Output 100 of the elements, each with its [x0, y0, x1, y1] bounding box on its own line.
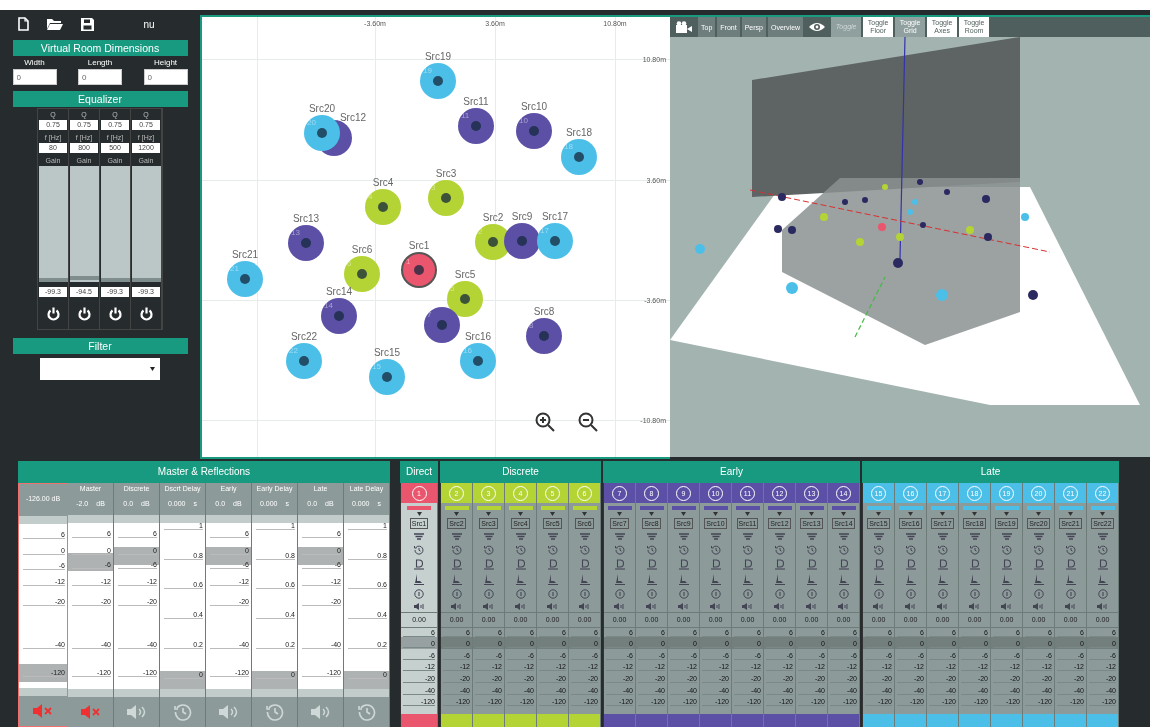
filter-icon[interactable]	[1097, 533, 1108, 541]
folder-icon[interactable]	[46, 18, 63, 30]
speaker-icon[interactable]	[742, 603, 753, 610]
caret-icon[interactable]	[908, 512, 913, 516]
speaker-icon[interactable]	[451, 603, 462, 610]
pedestal-icon[interactable]	[614, 574, 625, 585]
filter-icon[interactable]	[451, 533, 462, 541]
clock-icon[interactable]	[806, 545, 817, 555]
info-circle-icon[interactable]	[1001, 589, 1012, 599]
speaker-icon[interactable]	[710, 603, 721, 610]
clock-icon[interactable]	[1065, 545, 1076, 555]
pedestal-icon[interactable]	[646, 574, 657, 585]
speaker-icon[interactable]	[1001, 603, 1012, 610]
dimension-input[interactable]: 0	[143, 69, 188, 85]
fader-thumb[interactable]	[252, 671, 297, 689]
clock-icon[interactable]	[614, 545, 625, 555]
speaker-icon[interactable]	[905, 603, 916, 610]
info-circle-icon[interactable]	[579, 589, 590, 599]
gain-slider[interactable]	[38, 166, 68, 282]
caret-icon[interactable]	[518, 512, 523, 516]
pedestal-icon[interactable]	[1065, 574, 1076, 585]
caret-icon[interactable]	[416, 512, 422, 516]
info-circle-icon[interactable]	[1033, 589, 1044, 599]
caret-icon[interactable]	[745, 512, 750, 516]
clock-icon[interactable]	[905, 545, 916, 555]
filter-icon[interactable]	[905, 533, 916, 541]
clock-icon[interactable]	[873, 545, 884, 555]
info-circle-icon[interactable]	[414, 589, 424, 599]
fader-thumb[interactable]	[298, 546, 343, 565]
slider-thumb[interactable]	[69, 275, 99, 280]
fader-thumb[interactable]	[160, 671, 205, 689]
clock-icon[interactable]	[451, 545, 462, 555]
speaker-icon[interactable]	[515, 603, 526, 610]
pedestal-icon[interactable]	[937, 574, 948, 585]
filter-icon[interactable]	[515, 533, 526, 541]
clock-icon[interactable]	[1097, 545, 1108, 555]
clock-icon[interactable]	[1001, 545, 1012, 555]
pedestal-icon[interactable]	[710, 574, 721, 585]
pedestal-icon[interactable]	[774, 574, 785, 585]
zoom-out-icon[interactable]	[578, 412, 598, 432]
speaker-icon[interactable]	[614, 603, 625, 610]
caret-icon[interactable]	[1068, 512, 1073, 516]
pedestal-icon[interactable]	[579, 574, 590, 585]
pedestal-icon[interactable]	[515, 574, 526, 585]
caret-icon[interactable]	[1100, 512, 1105, 516]
caret-icon[interactable]	[649, 512, 654, 516]
map-canvas[interactable]	[200, 15, 670, 459]
info-circle-icon[interactable]	[937, 589, 948, 599]
speaker-icon[interactable]	[413, 603, 425, 610]
clock-icon[interactable]	[414, 545, 424, 555]
clock-icon[interactable]	[969, 545, 980, 555]
filter-icon[interactable]	[710, 533, 721, 541]
save-icon[interactable]	[80, 17, 94, 31]
filter-icon[interactable]	[579, 533, 590, 541]
pedestal-icon[interactable]	[742, 574, 753, 585]
filter-icon[interactable]	[1033, 533, 1044, 541]
pedestal-icon[interactable]	[414, 574, 424, 585]
power-icon[interactable]	[108, 307, 122, 321]
filter-icon[interactable]	[838, 533, 849, 541]
filter-icon[interactable]	[969, 533, 980, 541]
speaker-icon[interactable]	[678, 603, 689, 610]
info-circle-icon[interactable]	[806, 589, 817, 599]
power-icon[interactable]	[77, 307, 91, 321]
filter-icon[interactable]	[774, 533, 785, 541]
info-circle-icon[interactable]	[838, 589, 849, 599]
filter-icon[interactable]	[614, 533, 625, 541]
clock-icon[interactable]	[646, 545, 657, 555]
pedestal-icon[interactable]	[873, 574, 884, 585]
speaker-icon[interactable]	[969, 603, 980, 610]
info-circle-icon[interactable]	[742, 589, 753, 599]
pedestal-icon[interactable]	[1033, 574, 1044, 585]
power-icon[interactable]	[46, 307, 60, 321]
eye-icon[interactable]	[809, 22, 826, 32]
info-circle-icon[interactable]	[515, 589, 526, 599]
info-circle-icon[interactable]	[678, 589, 689, 599]
dimension-input[interactable]: 0	[12, 69, 57, 85]
slider-thumb[interactable]	[38, 278, 68, 282]
caret-icon[interactable]	[972, 512, 977, 516]
filter-icon[interactable]	[1001, 533, 1012, 541]
caret-icon[interactable]	[617, 512, 622, 516]
clock-icon[interactable]	[774, 545, 785, 555]
pedestal-icon[interactable]	[678, 574, 689, 585]
info-circle-icon[interactable]	[451, 589, 462, 599]
speaker-icon[interactable]	[483, 603, 494, 610]
pedestal-icon[interactable]	[451, 574, 462, 585]
new-file-icon[interactable]	[17, 17, 29, 31]
speaker-icon[interactable]	[1097, 603, 1108, 610]
zoom-in-icon[interactable]	[535, 412, 555, 432]
info-circle-icon[interactable]	[710, 589, 721, 599]
info-circle-icon[interactable]	[969, 589, 980, 599]
clock-icon[interactable]	[515, 545, 526, 555]
power-icon[interactable]	[139, 307, 153, 321]
speaker-icon[interactable]	[579, 603, 590, 610]
speaker-icon[interactable]	[774, 603, 785, 610]
fader-thumb[interactable]	[206, 546, 251, 565]
filter-icon[interactable]	[873, 533, 884, 541]
clock-icon[interactable]	[937, 545, 948, 555]
speaker-icon[interactable]	[1033, 603, 1044, 610]
caret-icon[interactable]	[777, 512, 782, 516]
caret-icon[interactable]	[582, 512, 587, 516]
